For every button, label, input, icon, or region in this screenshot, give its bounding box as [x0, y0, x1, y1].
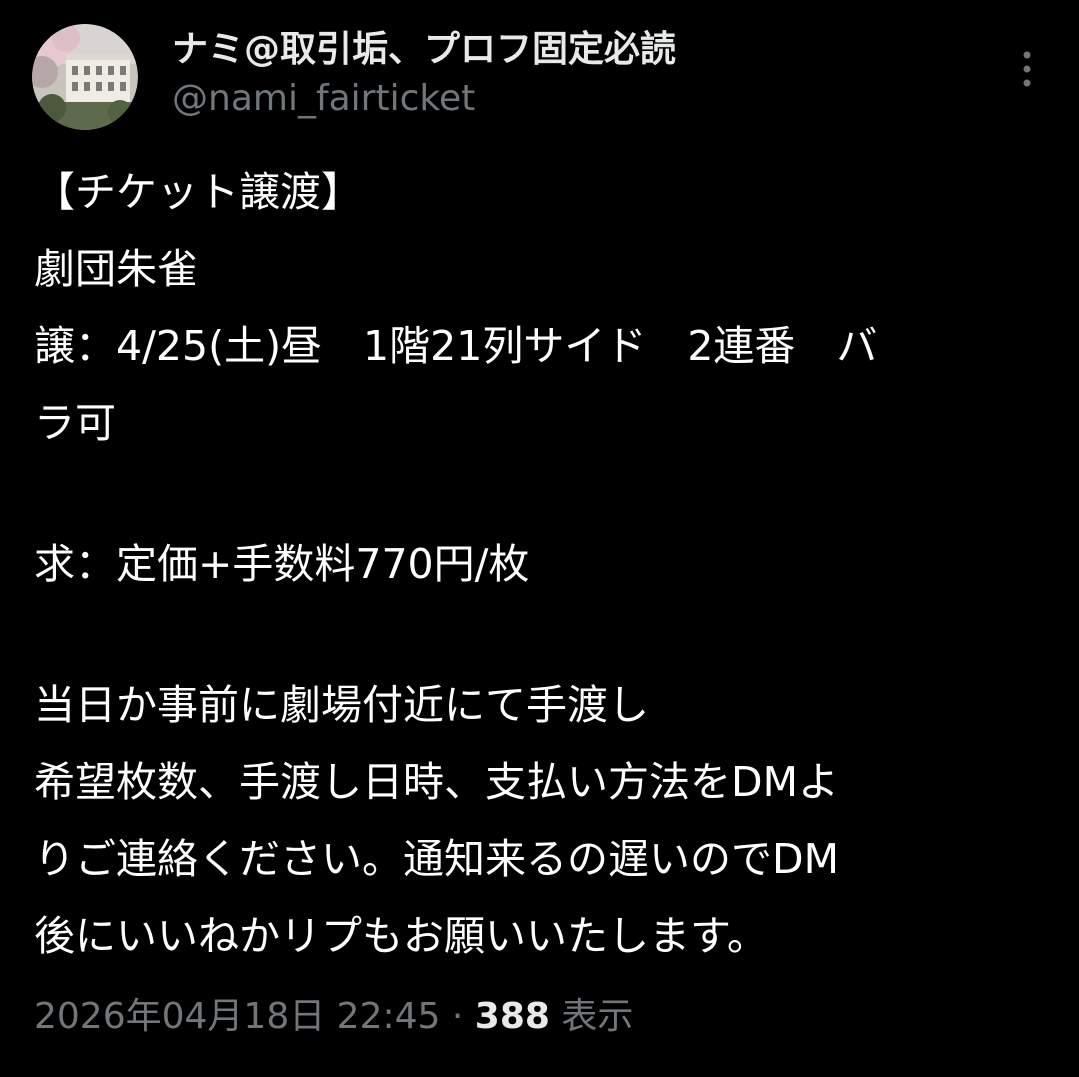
post-text-line	[34, 462, 1044, 526]
author-info: ナミ@取引垢、プロフ固定必読 @nami_fairticket	[172, 26, 872, 124]
post-text-line: 当日か事前に劇場付近にて手渡し	[34, 681, 649, 729]
author-display-name[interactable]: ナミ@取引垢、プロフ固定必読	[172, 26, 872, 74]
author-avatar[interactable]	[32, 24, 138, 130]
post-text-line	[34, 603, 1044, 667]
post-meta: 2026年04月18日 22:45 · 388 表示	[34, 990, 633, 1044]
post-header: ナミ@取引垢、プロフ固定必読 @nami_fairticket	[32, 24, 1047, 134]
more-vertical-icon	[1023, 51, 1031, 87]
post-detail: ナミ@取引垢、プロフ固定必読 @nami_fairticket 【チケット譲渡】…	[0, 0, 1079, 1077]
post-text-line: 譲：4/25(土)昼 1階21列サイド 2連番 バ	[34, 322, 878, 370]
author-handle[interactable]: @nami_fairticket	[172, 74, 872, 124]
post-text-line: 希望枚数、手渡し日時、支払い方法をDMよ	[34, 758, 839, 806]
views-count: 388	[474, 996, 550, 1037]
more-options-button[interactable]	[1007, 44, 1047, 94]
profile-photo-building-icon	[32, 24, 138, 130]
post-text-line: ラ可	[34, 399, 116, 447]
post-text-line: 後にいいねかリプもお願いいたします。	[34, 912, 768, 960]
post-text-line: りご連絡ください。通知来るの遅いのでDM	[34, 835, 839, 883]
post-text-line: 求：定価+手数料770円/枚	[34, 540, 530, 588]
post-timestamp[interactable]: 2026年04月18日 22:45	[34, 996, 440, 1037]
post-text-line: 劇団朱雀	[34, 245, 198, 293]
meta-separator: ·	[451, 996, 464, 1037]
post-text: 【チケット譲渡】 劇団朱雀 譲：4/25(土)昼 1階21列サイド 2連番 バ …	[34, 154, 1044, 975]
post-text-line: 【チケット譲渡】	[34, 168, 362, 216]
views-label: 表示	[561, 996, 634, 1037]
